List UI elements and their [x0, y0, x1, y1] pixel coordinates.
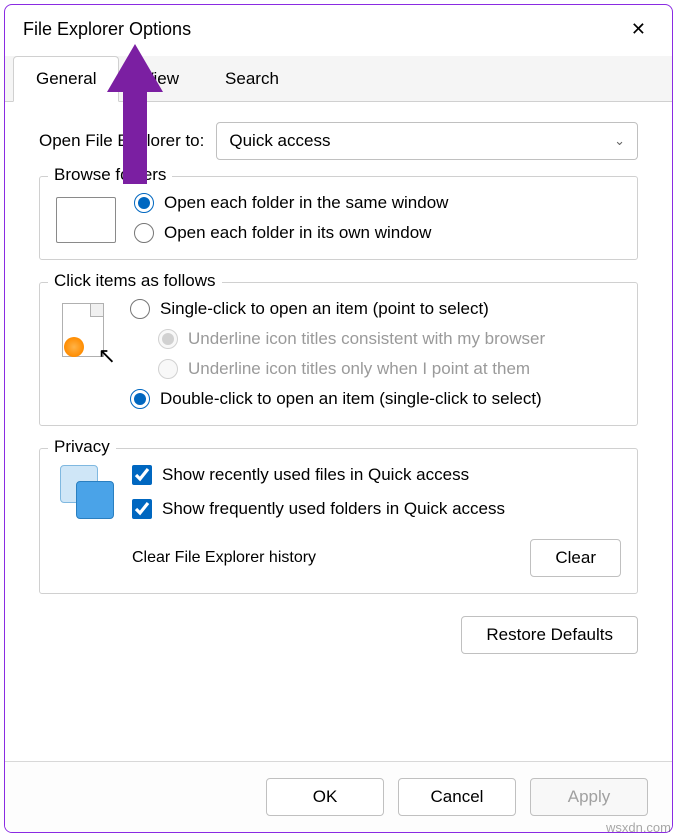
file-cursor-icon: ↖ — [62, 303, 112, 363]
radio-underline-consistent — [158, 329, 178, 349]
radio-single-click[interactable] — [130, 299, 150, 319]
tab-view[interactable]: View — [119, 56, 202, 101]
restore-defaults-button[interactable]: Restore Defaults — [461, 616, 638, 654]
check-recent-files-label: Show recently used files in Quick access — [162, 465, 469, 485]
open-to-row: Open File Explorer to: Quick access ⌄ — [39, 122, 638, 160]
check-recent-files-row[interactable]: Show recently used files in Quick access — [132, 465, 621, 485]
tab-strip: General View Search — [5, 56, 672, 102]
check-recent-files[interactable] — [132, 465, 152, 485]
group-click-items: Click items as follows ↖ Single-click to… — [39, 282, 638, 426]
group-privacy-legend: Privacy — [48, 437, 116, 457]
radio-double-click[interactable] — [130, 389, 150, 409]
radio-underline-consistent-row: Underline icon titles consistent with my… — [158, 329, 545, 349]
open-to-dropdown[interactable]: Quick access ⌄ — [216, 122, 638, 160]
radio-same-window-row[interactable]: Open each folder in the same window — [134, 193, 448, 213]
clear-history-label: Clear File Explorer history — [132, 549, 316, 567]
radio-underline-point-label: Underline icon titles only when I point … — [188, 359, 530, 379]
check-freq-folders-label: Show frequently used folders in Quick ac… — [162, 499, 505, 519]
window-icon — [56, 197, 116, 243]
tab-panel-general: Open File Explorer to: Quick access ⌄ Br… — [5, 102, 672, 761]
cancel-button[interactable]: Cancel — [398, 778, 516, 816]
privacy-icon — [60, 465, 114, 519]
check-freq-folders[interactable] — [132, 499, 152, 519]
radio-single-click-label: Single-click to open an item (point to s… — [160, 299, 489, 319]
group-browse-folders: Browse folders Open each folder in the s… — [39, 176, 638, 260]
radio-single-click-row[interactable]: Single-click to open an item (point to s… — [130, 299, 545, 319]
group-click-legend: Click items as follows — [48, 271, 222, 291]
open-to-value: Quick access — [229, 131, 330, 151]
chevron-down-icon: ⌄ — [614, 133, 625, 149]
radio-underline-point — [158, 359, 178, 379]
group-browse-legend: Browse folders — [48, 165, 172, 185]
radio-underline-point-row: Underline icon titles only when I point … — [158, 359, 545, 379]
radio-own-window-row[interactable]: Open each folder in its own window — [134, 223, 448, 243]
close-icon[interactable]: ✕ — [623, 15, 654, 44]
radio-same-window[interactable] — [134, 193, 154, 213]
group-privacy: Privacy Show recently used files in Quic… — [39, 448, 638, 594]
apply-button[interactable]: Apply — [530, 778, 648, 816]
watermark: wsxdn.com — [606, 820, 671, 835]
window-title: File Explorer Options — [23, 19, 191, 40]
radio-own-window-label: Open each folder in its own window — [164, 223, 431, 243]
clear-history-row: Clear File Explorer history Clear — [132, 539, 621, 577]
radio-underline-consistent-label: Underline icon titles consistent with my… — [188, 329, 545, 349]
radio-double-click-row[interactable]: Double-click to open an item (single-cli… — [130, 389, 545, 409]
titlebar: File Explorer Options ✕ — [5, 5, 672, 50]
radio-same-window-label: Open each folder in the same window — [164, 193, 448, 213]
dialog-window: File Explorer Options ✕ General View Sea… — [4, 4, 673, 833]
radio-double-click-label: Double-click to open an item (single-cli… — [160, 389, 542, 409]
clear-button[interactable]: Clear — [530, 539, 621, 577]
tab-general[interactable]: General — [13, 56, 119, 102]
check-freq-folders-row[interactable]: Show frequently used folders in Quick ac… — [132, 499, 621, 519]
tab-search[interactable]: Search — [202, 56, 302, 101]
restore-row: Restore Defaults — [39, 616, 638, 654]
dialog-footer: OK Cancel Apply — [5, 761, 672, 832]
open-to-label: Open File Explorer to: — [39, 131, 204, 151]
radio-own-window[interactable] — [134, 223, 154, 243]
ok-button[interactable]: OK — [266, 778, 384, 816]
